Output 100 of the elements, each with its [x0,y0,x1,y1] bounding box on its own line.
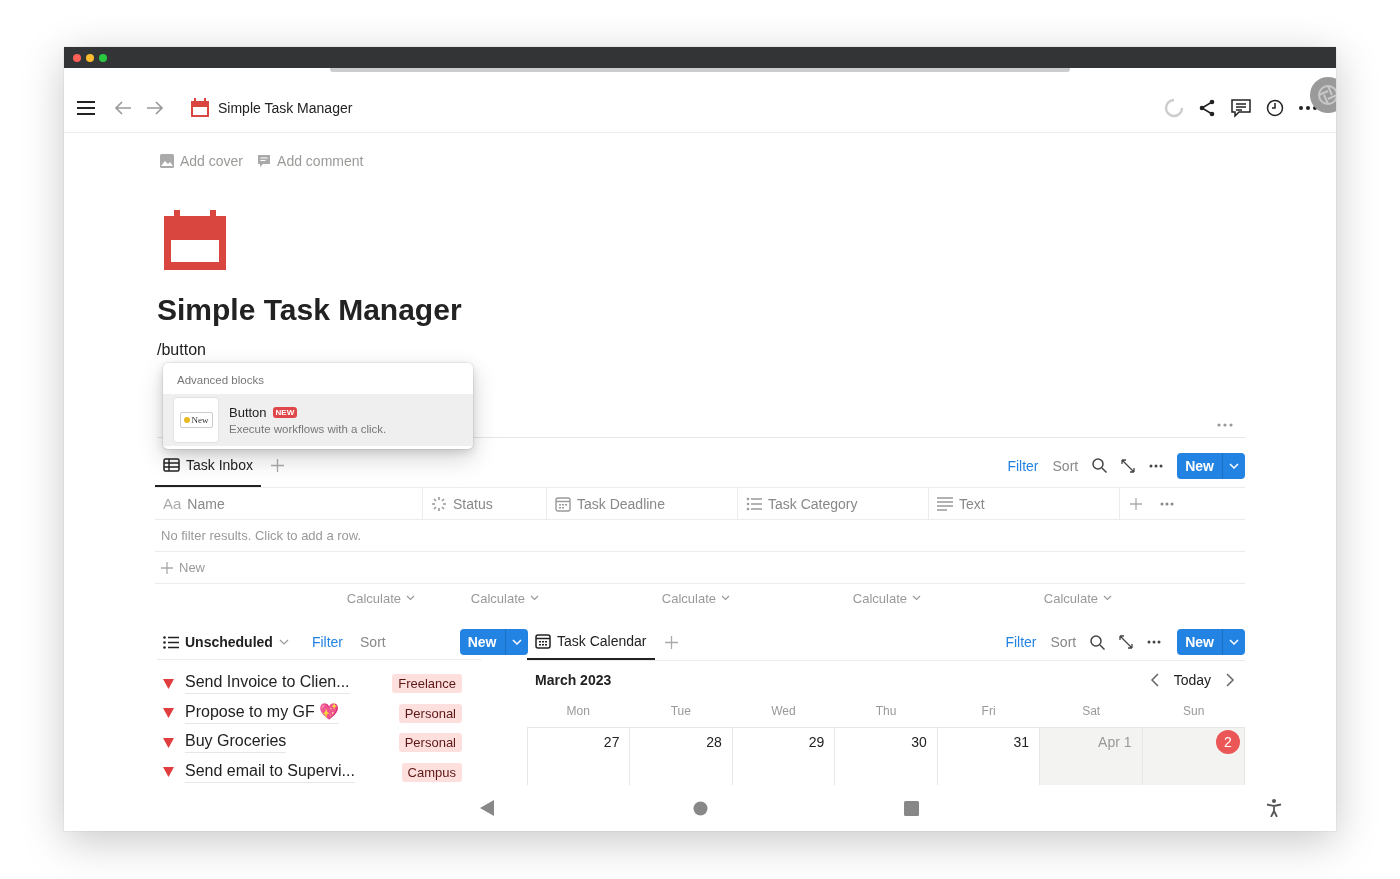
calendar-icon [535,633,551,649]
weekday-label: Sun [1183,704,1205,718]
chevron-icon [721,595,730,601]
menu-item-description: Execute workflows with a click. [229,423,387,435]
status-icon [431,495,447,512]
view-tab[interactable]: Task Calendar [527,624,655,660]
triangle-icon [163,678,174,689]
calendar-icon [555,495,571,512]
add-row-button[interactable]: New [161,560,205,575]
menu-item[interactable]: New Button NEW Execute workflows with a click. [163,394,473,446]
expand-icon[interactable] [1121,458,1136,473]
image-icon [160,154,174,168]
column-header[interactable]: Text [929,488,1120,519]
view-tab[interactable]: Task Inbox [155,444,261,487]
text-lines-icon [937,496,953,511]
loading-spinner-icon [1164,98,1184,118]
category-tag: Personal [398,733,462,753]
sort-button[interactable]: Sort [1050,634,1077,650]
chevron-icon[interactable] [1229,639,1239,645]
task-name[interactable]: Send email to Supervi... [185,761,355,783]
task-name[interactable]: Propose to my GF 💖 [185,702,340,725]
category-tag: Freelance [392,674,462,694]
minimize-button[interactable] [86,53,94,62]
new-button[interactable]: New [459,629,528,655]
search-icon[interactable] [1092,458,1108,473]
calculate-dropdown[interactable]: Calculate [1043,590,1112,606]
column-header[interactable]: Task Category [738,488,929,519]
previous-icon[interactable] [1149,673,1160,687]
calendar-icon [190,98,210,118]
filter-button[interactable]: Filter [1005,634,1037,650]
weekday-label: Thu [875,704,897,718]
weekday-label: Tue [670,704,691,718]
new-button[interactable]: New [1177,452,1245,479]
calculate-dropdown[interactable]: Calculate [661,590,730,606]
chevron-icon[interactable] [1229,462,1239,469]
home-icon[interactable] [693,800,708,816]
weekday-label: Sat [1082,704,1101,718]
add-view-icon[interactable] [664,635,678,649]
chevron-icon [1103,595,1112,601]
close-button[interactable] [73,53,81,62]
command-text[interactable]: /button [157,338,1245,362]
weekday-label: Fri [981,704,996,718]
triangle-icon [163,708,174,719]
weekday-label: Mon [566,704,590,718]
filter-button[interactable]: Filter [1007,457,1039,474]
sort-button[interactable]: Sort [360,634,386,650]
new-button[interactable]: New [1177,629,1245,655]
task-name[interactable]: Send Invoice to Clien... [185,673,350,695]
month-label: March 2023 [535,672,612,688]
calculate-dropdown[interactable]: Calculate [346,590,415,606]
day-number: 31 [1013,733,1030,752]
button-preview: New [173,397,219,443]
accessibility-icon[interactable] [1266,799,1282,817]
clock-icon[interactable] [1266,99,1284,117]
today-button[interactable]: Today [1173,672,1211,688]
expand-icon[interactable] [1119,635,1134,649]
chevron-icon[interactable] [511,639,522,645]
forward-icon[interactable] [146,100,164,116]
menu-icon[interactable] [76,100,96,116]
chevron-icon [912,595,921,601]
day-number: 29 [808,733,825,752]
list-icon [746,496,762,511]
search-icon[interactable] [1090,634,1106,650]
back-icon[interactable] [479,800,495,816]
view-dropdown[interactable]: Unscheduled [163,634,289,650]
more-icon[interactable] [1149,463,1164,468]
next-icon[interactable] [1225,673,1235,687]
task-name[interactable]: Buy Groceries [185,732,287,754]
more-icon[interactable] [1298,105,1318,111]
day-number: 27 [603,733,620,752]
maximize-button[interactable] [99,53,107,62]
weekday-label: Wed [771,704,796,718]
page-title[interactable]: Simple Task Manager [218,100,353,116]
day-number: Apr 1 [1098,733,1132,752]
day-number: 2 [1216,730,1240,754]
share-icon[interactable] [1198,99,1216,117]
recents-icon[interactable] [904,800,919,816]
add-cover-button[interactable]: Add cover [160,153,244,169]
calculate-dropdown[interactable]: Calculate [470,590,539,606]
day-cell[interactable]: Apr 1 [1040,728,1143,787]
chevron-icon [278,639,289,645]
calculate-dropdown[interactable]: Calculate [852,590,921,606]
more-icon[interactable] [1147,640,1162,644]
list-icon [163,635,179,649]
day-cell[interactable]: 2 [1142,728,1245,787]
day-number: 28 [706,733,722,752]
sort-button[interactable]: Sort [1052,457,1079,474]
column-header[interactable]: Aa Name [155,488,423,519]
scrollbar[interactable] [330,68,1070,72]
add-view-icon[interactable] [270,459,284,472]
comment-icon[interactable] [1230,98,1252,118]
add-comment-button[interactable]: Add comment [257,153,364,169]
column-header[interactable]: Status [423,488,547,519]
filter-button[interactable]: Filter [311,634,344,650]
table-icon [163,457,180,472]
calendar-icon[interactable] [164,210,226,270]
triangle-icon [163,737,174,748]
column-header[interactable]: Task Deadline [547,488,738,519]
back-icon[interactable] [114,100,132,116]
empty-message[interactable]: No filter results. Click to add a row. [161,528,362,543]
